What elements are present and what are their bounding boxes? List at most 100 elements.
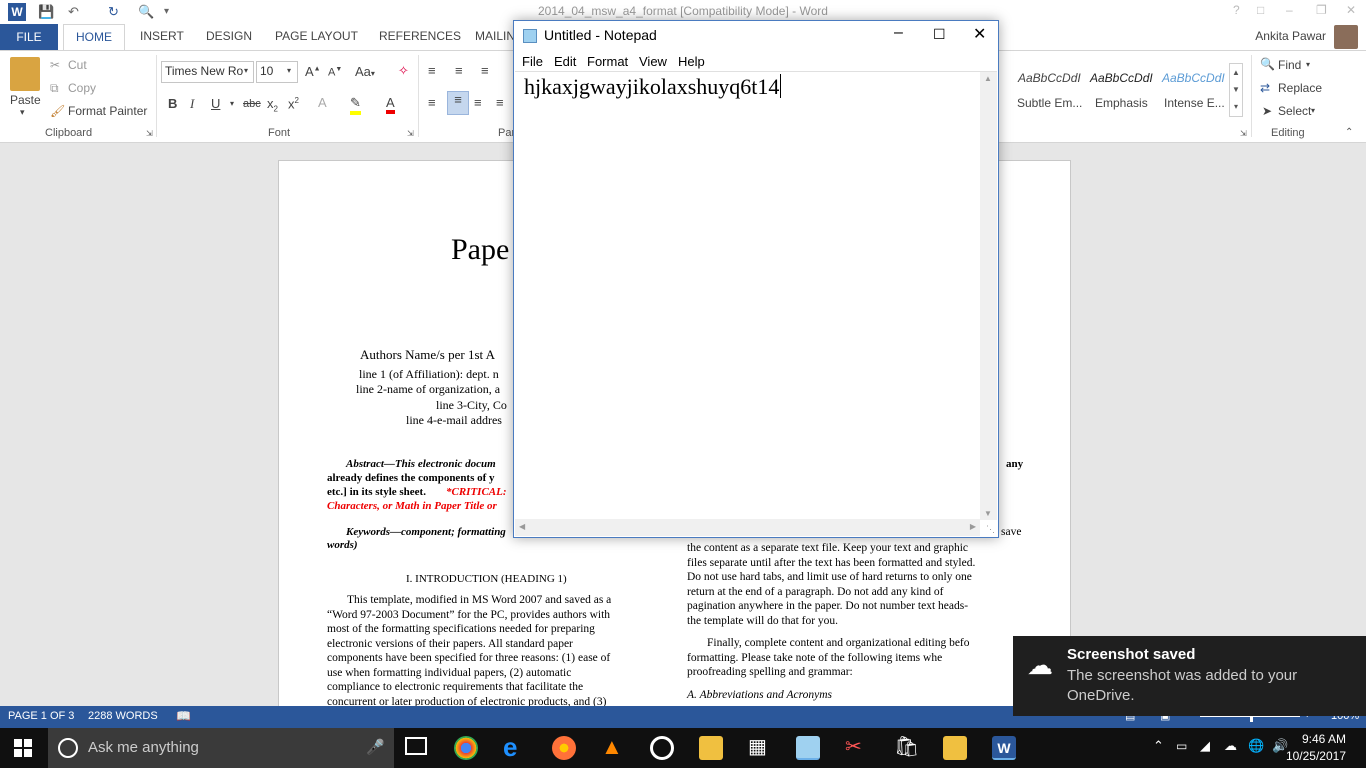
notepad-window[interactable]: Untitled - Notepad – ☐ ✕ File Edit Forma… — [513, 20, 999, 538]
page-count[interactable]: PAGE 1 OF 3 — [8, 710, 74, 722]
find-dropdown-icon[interactable]: ▾ — [1306, 60, 1310, 69]
style-intense-emphasis-sample[interactable]: AaBbCcDdI — [1162, 71, 1225, 85]
grow-font-icon[interactable]: A▲ — [305, 64, 321, 79]
strikethrough-icon[interactable]: abc — [243, 98, 261, 110]
highlight-color-icon[interactable]: ✎ — [350, 95, 361, 115]
avatar[interactable] — [1334, 25, 1358, 49]
numbering-icon[interactable]: ≡ — [455, 63, 463, 78]
select-dropdown-icon[interactable]: ▾ — [1311, 106, 1315, 115]
justify-icon[interactable]: ≡ — [496, 95, 504, 110]
shrink-font-icon[interactable]: A▼ — [328, 66, 342, 79]
bold-icon[interactable]: B — [168, 96, 177, 111]
style-emphasis-label[interactable]: Emphasis — [1095, 96, 1148, 110]
folder-app-icon[interactable] — [943, 736, 967, 760]
align-center-icon[interactable]: ≡ — [447, 91, 469, 115]
menu-format[interactable]: Format — [587, 54, 628, 69]
select-button[interactable]: Select — [1278, 104, 1311, 118]
tab-insert[interactable]: INSERT — [140, 29, 184, 43]
align-right-icon[interactable]: ≡ — [474, 95, 482, 110]
style-subtle-emphasis-sample[interactable]: AaBbCcDdI — [1018, 71, 1081, 85]
microphone-icon[interactable]: 🎤 — [366, 738, 385, 756]
scroll-right-icon[interactable]: ▶ — [970, 522, 976, 531]
select-icon[interactable]: ➤ — [1262, 104, 1272, 118]
notepad-maximize-icon[interactable]: ☐ — [933, 26, 946, 43]
style-subtle-emphasis-label[interactable]: Subtle Em... — [1017, 96, 1082, 110]
proofing-icon[interactable]: 📖 — [176, 709, 191, 723]
font-name-box[interactable]: Times New Ro — [161, 61, 254, 83]
cut-icon[interactable]: ✂ — [50, 58, 60, 72]
format-painter-icon[interactable]: 🖌 — [50, 104, 65, 118]
show-hidden-icons[interactable]: ⌃ — [1153, 738, 1164, 754]
media-player-icon[interactable] — [650, 736, 674, 760]
paste-icon[interactable] — [10, 57, 40, 91]
notepad-close-icon[interactable]: ✕ — [973, 24, 986, 44]
change-case-icon[interactable]: Aa▾ — [355, 64, 375, 79]
calculator-icon[interactable]: ▦ — [748, 736, 772, 760]
snipping-tool-icon[interactable]: ✂ — [845, 736, 869, 760]
bullets-icon[interactable]: ≡ — [428, 63, 436, 78]
tab-file[interactable]: FILE — [0, 24, 58, 50]
clock[interactable]: 9:46 AM 10/25/2017 — [1286, 731, 1346, 765]
onedrive-icon[interactable]: ☁ — [1224, 738, 1237, 754]
font-name-dropdown-icon[interactable]: ▾ — [244, 66, 248, 75]
font-size-box[interactable]: 10 — [256, 61, 298, 83]
paste-button[interactable]: Paste — [10, 93, 41, 107]
notepad-app-icon[interactable] — [523, 29, 537, 43]
style-emphasis-sample[interactable]: AaBbCcDdI — [1090, 71, 1153, 85]
tab-mailings[interactable]: MAILIN — [475, 29, 515, 43]
close-icon[interactable]: ✕ — [1346, 3, 1356, 17]
notepad-title-bar[interactable]: Untitled - Notepad – ☐ ✕ — [514, 21, 998, 51]
copy-button[interactable]: Copy — [68, 81, 96, 95]
print-preview-icon[interactable]: 🔍 — [138, 3, 154, 21]
style-intense-emphasis-label[interactable]: Intense E... — [1164, 96, 1225, 110]
save-icon[interactable]: 💾 — [38, 3, 54, 21]
subscript-icon[interactable]: x2 — [267, 96, 278, 114]
replace-icon[interactable]: ⇄ — [1260, 81, 1270, 95]
superscript-icon[interactable]: x2 — [288, 96, 299, 111]
find-icon[interactable]: 🔍 — [1260, 57, 1275, 71]
word-count[interactable]: 2288 WORDS — [88, 710, 158, 722]
chrome-icon[interactable] — [454, 736, 478, 760]
vlc-icon[interactable]: ▲ — [601, 736, 625, 760]
text-effects-icon[interactable]: A — [318, 95, 327, 110]
styles-scroll-control[interactable]: ▲ ▼ ▾ — [1229, 63, 1243, 117]
resize-grip-icon[interactable]: ⋱ — [986, 524, 995, 535]
menu-help[interactable]: Help — [678, 54, 705, 69]
font-size-dropdown-icon[interactable]: ▾ — [287, 66, 291, 75]
multilevel-list-icon[interactable]: ≡ — [481, 63, 489, 78]
windows-start-icon[interactable] — [14, 739, 32, 757]
italic-icon[interactable]: I — [190, 96, 194, 112]
notepad-text-area[interactable]: hjkaxjgwayjikolaxshuyq6t14 ▲ ▼ ◀ ▶ ⋱ — [515, 71, 997, 536]
network-icon[interactable]: 🌐 — [1248, 738, 1264, 754]
align-left-icon[interactable]: ≡ — [428, 95, 436, 110]
notepad-taskbar-icon[interactable] — [796, 736, 820, 760]
font-color-icon[interactable]: A — [386, 95, 395, 114]
wifi-icon[interactable]: ◢ — [1200, 738, 1210, 754]
scroll-up-icon[interactable]: ▲ — [984, 74, 992, 83]
styles-launcher-icon[interactable]: ⇲ — [1240, 129, 1247, 138]
paste-dropdown-icon[interactable]: ▾ — [20, 107, 25, 118]
battery-icon[interactable]: ▭ — [1176, 739, 1187, 753]
notepad-vertical-scrollbar[interactable]: ▲ ▼ — [980, 72, 997, 520]
menu-edit[interactable]: Edit — [554, 54, 576, 69]
notepad-horizontal-scrollbar[interactable]: ◀ ▶ — [515, 519, 980, 536]
word-taskbar-icon[interactable]: W — [992, 736, 1016, 760]
tab-design[interactable]: DESIGN — [206, 29, 252, 43]
underline-dropdown-icon[interactable]: ▾ — [230, 99, 234, 108]
tab-page-layout[interactable]: PAGE LAYOUT — [275, 29, 358, 43]
notification-toast[interactable]: ☁ Screenshot saved The screenshot was ad… — [1013, 636, 1366, 716]
user-name[interactable]: Ankita Pawar — [1255, 29, 1326, 43]
clipboard-launcher-icon[interactable]: ⇲ — [146, 129, 153, 138]
scroll-left-icon[interactable]: ◀ — [519, 522, 525, 531]
menu-file[interactable]: File — [522, 54, 543, 69]
file-explorer-icon[interactable] — [699, 736, 723, 760]
font-launcher-icon[interactable]: ⇲ — [407, 129, 414, 138]
find-button[interactable]: Find — [1278, 58, 1301, 72]
menu-view[interactable]: View — [639, 54, 667, 69]
scroll-down-icon[interactable]: ▼ — [984, 509, 992, 518]
word-app-icon[interactable]: W — [8, 3, 26, 21]
firefox-icon[interactable] — [552, 736, 576, 760]
tab-home[interactable]: HOME — [63, 24, 125, 51]
copy-icon[interactable]: ⧉ — [50, 81, 59, 96]
restore-icon[interactable]: ❐ — [1316, 3, 1327, 17]
